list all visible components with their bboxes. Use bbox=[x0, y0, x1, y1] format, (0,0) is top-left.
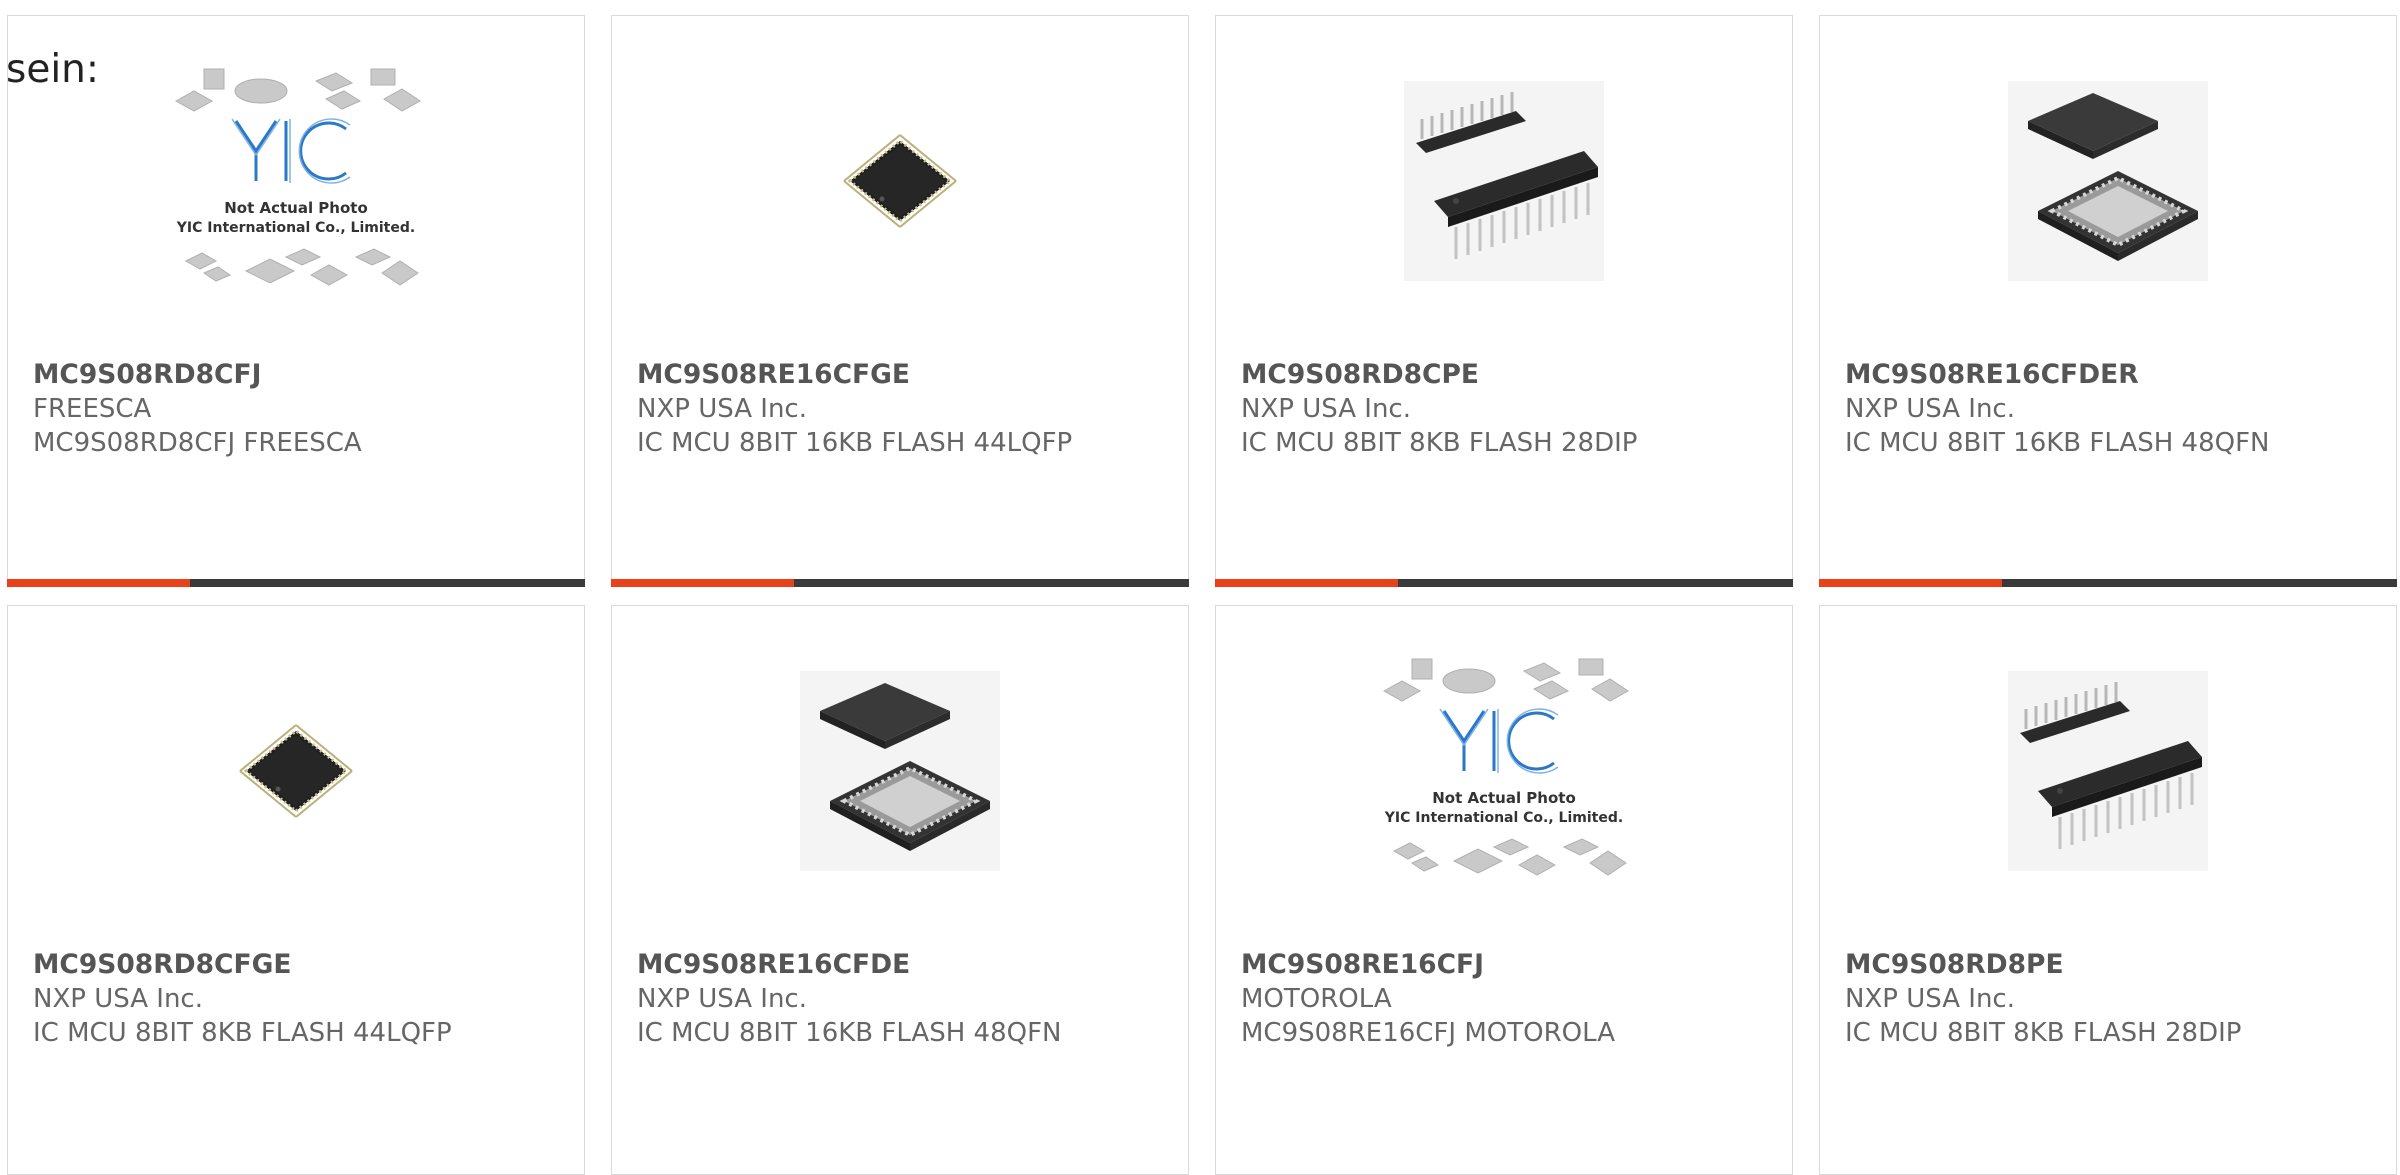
lqfp-chip-icon bbox=[843, 134, 957, 228]
product-image[interactable] bbox=[8, 606, 584, 936]
part-number[interactable]: MC9S08RE16CFGE bbox=[637, 358, 1077, 392]
lead-text: sein: bbox=[6, 47, 100, 92]
product-image[interactable] bbox=[612, 606, 1188, 936]
product-info: MC9S08RE16CFJ MOTOROLA MC9S08RE16CFJ MOT… bbox=[1241, 948, 1681, 1050]
product-card[interactable]: MC9S08RD8CPE NXP USA Inc. IC MCU 8BIT 8K… bbox=[1215, 15, 1793, 587]
product-info: MC9S08RE16CFDER NXP USA Inc. IC MCU 8BIT… bbox=[1845, 358, 2285, 460]
part-number[interactable]: MC9S08RE16CFDER bbox=[1845, 358, 2285, 392]
product-info: MC9S08RD8CFJ FREESCA MC9S08RD8CFJ FREESC… bbox=[33, 358, 473, 460]
dip-chip-icon bbox=[1404, 81, 1604, 281]
part-number[interactable]: MC9S08RD8CPE bbox=[1241, 358, 1681, 392]
product-image[interactable] bbox=[1820, 606, 2396, 936]
product-image[interactable] bbox=[612, 16, 1188, 346]
manufacturer: NXP USA Inc. bbox=[1241, 394, 1411, 424]
dip-chip-icon bbox=[2008, 671, 2208, 871]
accent-segment bbox=[1215, 579, 1398, 587]
manufacturer: NXP USA Inc. bbox=[1845, 394, 2015, 424]
part-number[interactable]: MC9S08RE16CFDE bbox=[637, 948, 1077, 982]
manufacturer: NXP USA Inc. bbox=[33, 984, 203, 1014]
product-info: MC9S08RD8PE NXP USA Inc. IC MCU 8BIT 8KB… bbox=[1845, 948, 2285, 1050]
placeholder-photo-icon: Not Actual Photo YIC International Co., … bbox=[174, 68, 421, 286]
product-card[interactable]: MC9S08RE16CFGE NXP USA Inc. IC MCU 8BIT … bbox=[611, 15, 1189, 587]
part-number[interactable]: MC9S08RD8CFJ bbox=[33, 358, 473, 392]
product-card[interactable]: MC9S08RD8PE NXP USA Inc. IC MCU 8BIT 8KB… bbox=[1819, 605, 2397, 1175]
manufacturer: NXP USA Inc. bbox=[637, 394, 807, 424]
manufacturer: MOTOROLA bbox=[1241, 984, 1392, 1014]
card-accent-bar bbox=[1215, 579, 1793, 587]
product-card[interactable]: Not Actual Photo YIC International Co., … bbox=[1215, 605, 1793, 1175]
description: IC MCU 8BIT 16KB FLASH 48QFN bbox=[637, 1018, 1062, 1048]
product-card[interactable]: MC9S08RE16CFDER NXP USA Inc. IC MCU 8BIT… bbox=[1819, 15, 2397, 587]
accent-segment bbox=[611, 579, 794, 587]
product-image[interactable] bbox=[1820, 16, 2396, 346]
placeholder-photo-icon: Not Actual Photo YIC International Co., … bbox=[1382, 658, 1629, 876]
description: MC9S08RE16CFJ MOTOROLA bbox=[1241, 1018, 1615, 1048]
description: IC MCU 8BIT 16KB FLASH 48QFN bbox=[1845, 428, 2270, 458]
description: IC MCU 8BIT 8KB FLASH 28DIP bbox=[1845, 1018, 2242, 1048]
product-info: MC9S08RD8CPE NXP USA Inc. IC MCU 8BIT 8K… bbox=[1241, 358, 1681, 460]
description: MC9S08RD8CFJ FREESCA bbox=[33, 428, 362, 458]
manufacturer: NXP USA Inc. bbox=[637, 984, 807, 1014]
product-card[interactable]: MC9S08RE16CFDE NXP USA Inc. IC MCU 8BIT … bbox=[611, 605, 1189, 1175]
description: IC MCU 8BIT 8KB FLASH 28DIP bbox=[1241, 428, 1638, 458]
part-number[interactable]: MC9S08RE16CFJ bbox=[1241, 948, 1681, 982]
qfn-chip-icon bbox=[800, 671, 1000, 871]
accent-segment bbox=[7, 579, 190, 587]
manufacturer: FREESCA bbox=[33, 394, 152, 424]
accent-segment bbox=[1819, 579, 2002, 587]
product-image[interactable] bbox=[1216, 16, 1792, 346]
placeholder-caption-1: Not Actual Photo bbox=[1432, 789, 1576, 807]
card-accent-bar bbox=[7, 579, 585, 587]
qfn-chip-icon bbox=[2008, 81, 2208, 281]
placeholder-caption-1: Not Actual Photo bbox=[224, 199, 368, 217]
product-info: MC9S08RE16CFGE NXP USA Inc. IC MCU 8BIT … bbox=[637, 358, 1077, 460]
part-number[interactable]: MC9S08RD8CFGE bbox=[33, 948, 473, 982]
placeholder-caption-2: YIC International Co., Limited. bbox=[176, 220, 415, 236]
product-card[interactable]: Not Actual Photo YIC International Co., … bbox=[7, 15, 585, 587]
product-card[interactable]: MC9S08RD8CFGE NXP USA Inc. IC MCU 8BIT 8… bbox=[7, 605, 585, 1175]
product-image[interactable]: Not Actual Photo YIC International Co., … bbox=[1216, 606, 1792, 936]
description: IC MCU 8BIT 16KB FLASH 44LQFP bbox=[637, 428, 1073, 458]
lqfp-chip-icon bbox=[239, 724, 353, 818]
product-info: MC9S08RD8CFGE NXP USA Inc. IC MCU 8BIT 8… bbox=[33, 948, 473, 1050]
manufacturer: NXP USA Inc. bbox=[1845, 984, 2015, 1014]
card-accent-bar bbox=[611, 579, 1189, 587]
description: IC MCU 8BIT 8KB FLASH 44LQFP bbox=[33, 1018, 452, 1048]
card-accent-bar bbox=[1819, 579, 2397, 587]
placeholder-caption-2: YIC International Co., Limited. bbox=[1384, 810, 1623, 826]
part-number[interactable]: MC9S08RD8PE bbox=[1845, 948, 2285, 982]
product-info: MC9S08RE16CFDE NXP USA Inc. IC MCU 8BIT … bbox=[637, 948, 1077, 1050]
product-grid: Not Actual Photo YIC International Co., … bbox=[0, 0, 2400, 1175]
